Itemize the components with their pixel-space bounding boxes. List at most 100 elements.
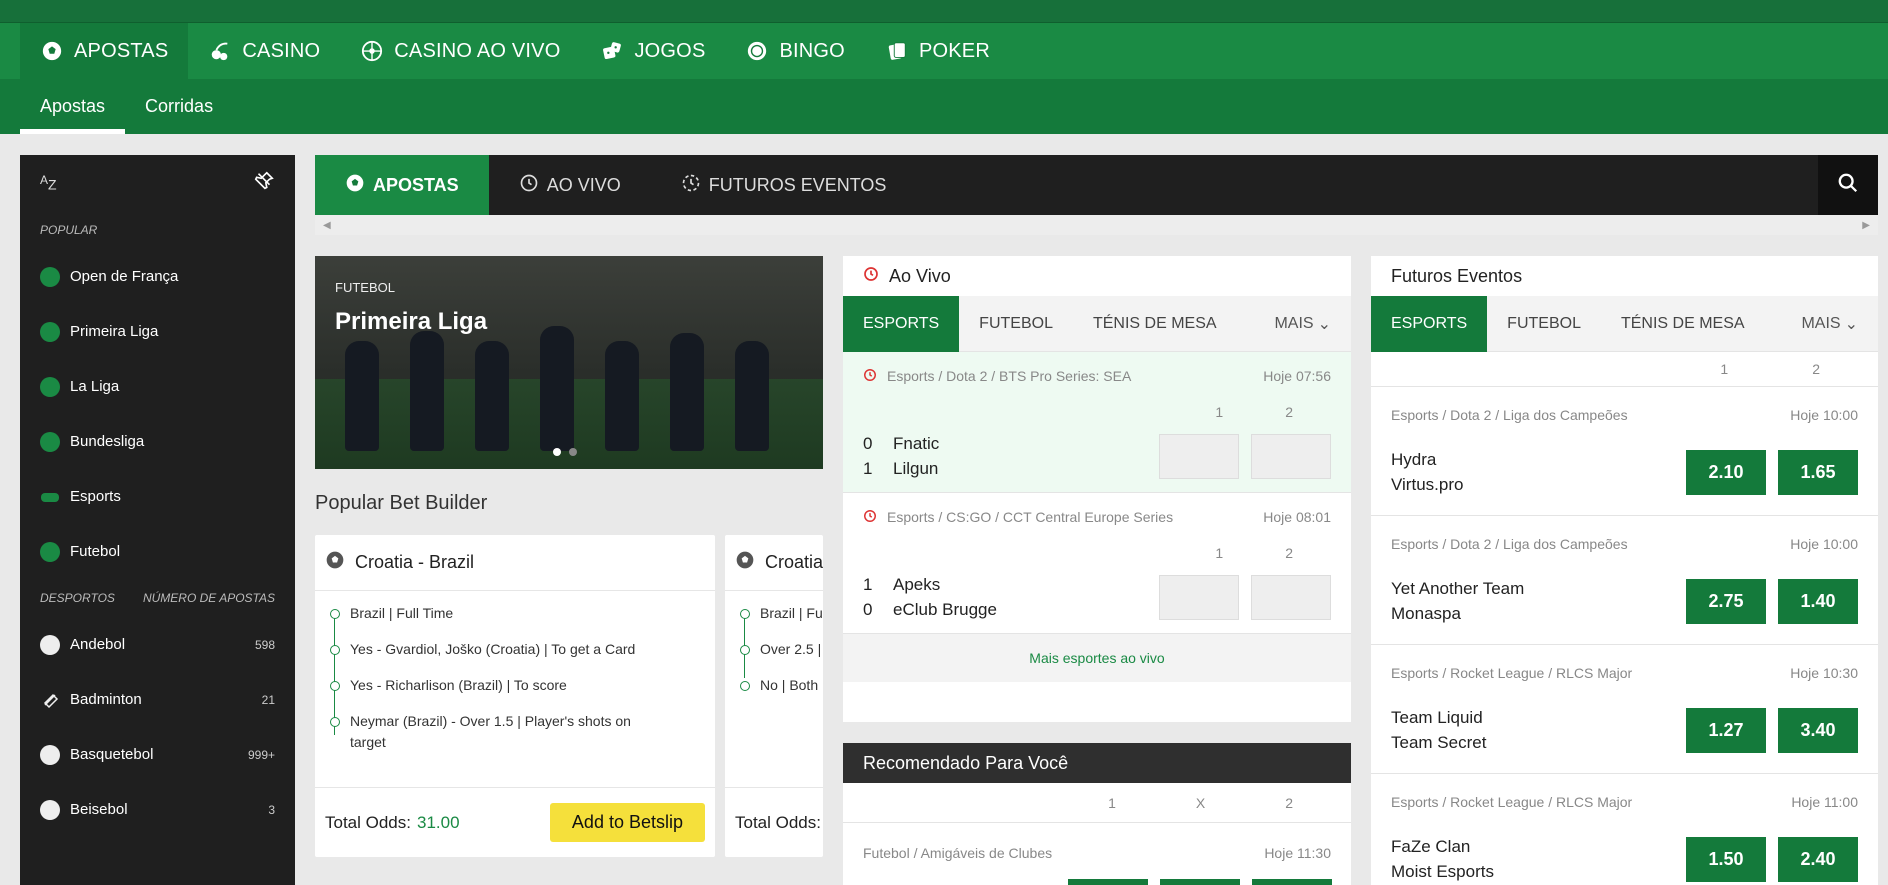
event-path: Futebol / Amigáveis de Clubes <box>863 845 1053 861</box>
odds-button-2[interactable]: 3.40 <box>1778 707 1858 753</box>
chevron-down-icon: ⌄ <box>1844 315 1858 333</box>
sidebar-item-futebol[interactable]: Futebol <box>20 524 295 579</box>
future-event[interactable]: Esports / Dota 2 / Liga dos Campeões Hoje… <box>1371 516 1878 645</box>
event-time: Hoje 08:01 <box>1263 509 1331 525</box>
sidebar-item-bundesliga[interactable]: Bundesliga <box>20 414 295 469</box>
cherries-icon <box>208 39 232 63</box>
top-strip <box>0 0 1888 23</box>
nav-poker[interactable]: POKER <box>865 23 1010 79</box>
soccer-ball-icon <box>40 431 60 452</box>
player-silhouette <box>410 331 444 451</box>
sidebar-item-basquetebol[interactable]: Basquetebol 999+ <box>20 727 295 782</box>
future-event[interactable]: Esports / Dota 2 / Liga dos Campeões Hoje… <box>1371 387 1878 516</box>
filter-tenis-de-mesa[interactable]: TÉNIS DE MESA <box>1073 296 1237 352</box>
scroll-left-icon[interactable]: ◀ <box>323 220 331 231</box>
tennis-ball-icon <box>40 266 60 287</box>
team-name: Moist Esports <box>1391 862 1494 881</box>
team-name: eClub Brugge <box>893 600 997 619</box>
search-button[interactable] <box>1818 155 1878 215</box>
future-event[interactable]: Esports / Rocket League / RLCS Major Hoje… <box>1371 774 1878 885</box>
main-nav: APOSTAS CASINO CASINO AO VIVO JOGOS BING… <box>0 23 1888 79</box>
recommended-event[interactable]: Futebol / Amigáveis de Clubes Hoje 11:30 <box>843 823 1351 883</box>
odds-button-1[interactable] <box>1068 879 1148 885</box>
sidebar-item-badminton[interactable]: Badminton 21 <box>20 672 295 727</box>
odds-button-2[interactable] <box>1251 433 1331 479</box>
live-event[interactable]: Esports / CS:GO / CCT Central Europe Ser… <box>843 493 1351 634</box>
filter-futebol[interactable]: FUTEBOL <box>1487 296 1601 352</box>
odds-button-2[interactable] <box>1252 879 1332 885</box>
odds-button-2[interactable]: 2.40 <box>1778 836 1858 882</box>
event-path: Esports / Rocket League / RLCS Major <box>1391 794 1633 810</box>
odds-button-1[interactable]: 1.50 <box>1686 836 1766 882</box>
shuttlecock-icon <box>40 690 60 710</box>
tab-ao-vivo[interactable]: AO VIVO <box>489 155 651 215</box>
live-event[interactable]: Esports / Dota 2 / BTS Pro Series: SEA H… <box>843 352 1351 493</box>
live-filters: ESPORTS FUTEBOL TÉNIS DE MESA MAIS ⌄ <box>843 295 1351 352</box>
sidebar-item-andebol[interactable]: Andebol 598 <box>20 617 295 672</box>
add-to-betslip-button[interactable]: Add to Betslip <box>549 803 705 842</box>
odds-button-2[interactable]: 1.40 <box>1778 578 1858 624</box>
handball-icon <box>40 634 60 655</box>
match-title: Croatia - Brazil <box>355 552 475 572</box>
sidebar-item-beisebol[interactable]: Beisebol 3 <box>20 782 295 837</box>
futures-panel: Futuros Eventos ESPORTS FUTEBOL TÉNIS DE… <box>1371 256 1878 885</box>
odds-button-2[interactable] <box>1251 574 1331 620</box>
team-name: Monaspa <box>1391 604 1461 623</box>
banner-title: Primeira Liga <box>335 308 488 335</box>
tab-apostas[interactable]: APOSTAS <box>315 155 489 215</box>
team-score: 1 <box>863 459 873 478</box>
bet-builder-card[interactable]: Croatia - Brazil Brazil | Full Time Yes … <box>315 535 715 857</box>
event-path: Esports / Dota 2 / Liga dos Campeões <box>1391 536 1628 552</box>
subnav-corridas[interactable]: Corridas <box>125 79 233 134</box>
live-title: Ao Vivo <box>889 265 951 286</box>
sidebar-item-esports[interactable]: Esports <box>20 469 295 524</box>
team-score: 1 <box>863 575 873 594</box>
odds-button-1[interactable] <box>1159 574 1239 620</box>
odds-button-1[interactable]: 1.27 <box>1686 707 1766 753</box>
total-odds-label: Total Odds: <box>325 812 411 832</box>
filter-tenis-de-mesa[interactable]: TÉNIS DE MESA <box>1601 296 1765 352</box>
sidebar-item-la-liga[interactable]: La Liga <box>20 359 295 414</box>
future-event[interactable]: Esports / Rocket League / RLCS Major Hoje… <box>1371 645 1878 774</box>
tab-futuros-eventos[interactable]: FUTUROS EVENTOS <box>651 155 917 215</box>
banner-category: FUTEBOL <box>335 280 395 295</box>
soccer-ball-icon <box>40 541 60 562</box>
filter-esports[interactable]: ESPORTS <box>1371 295 1488 352</box>
nav-casino[interactable]: CASINO <box>188 23 340 79</box>
more-live-link[interactable]: Mais esportes ao vivo <box>843 634 1351 682</box>
filter-more[interactable]: MAIS ⌄ <box>1274 314 1351 334</box>
odds-button-1[interactable]: 2.75 <box>1686 578 1766 624</box>
clock-icon <box>519 173 539 198</box>
tabs-scrollbar[interactable]: ◀ ▶ <box>315 215 1878 235</box>
nav-bingo[interactable]: BINGO <box>725 23 864 79</box>
player-silhouette <box>540 326 574 451</box>
filter-more[interactable]: MAIS ⌄ <box>1801 314 1878 334</box>
sidebar: AZ POPULAR Open de França Primeira Liga … <box>20 155 295 885</box>
subnav-apostas[interactable]: Apostas <box>20 79 126 134</box>
soccer-ball-icon <box>40 321 60 342</box>
nav-apostas[interactable]: APOSTAS <box>20 23 189 79</box>
sidebar-item-open-de-franca[interactable]: Open de França <box>20 249 295 304</box>
filter-esports[interactable]: ESPORTS <box>843 295 960 352</box>
promo-banner[interactable]: FUTEBOL Primeira Liga <box>315 256 823 469</box>
total-odds-value: 31.00 <box>417 812 460 832</box>
nav-casino-ao-vivo[interactable]: CASINO AO VIVO <box>340 23 580 79</box>
sidebar-sports-heading: DESPORTOS NÚMERO DE APOSTAS <box>40 591 275 605</box>
sidebar-header: AZ <box>20 155 295 211</box>
bet-leg: Brazil | Full Time <box>330 603 695 624</box>
unpin-icon[interactable] <box>253 170 275 197</box>
team-name: Team Secret <box>1391 733 1487 752</box>
team-name: Yet Another Team <box>1391 579 1525 598</box>
bet-builder-card[interactable]: Croatia Brazil | Fu Over 2.5 | No | Both… <box>725 535 823 857</box>
sidebar-item-primeira-liga[interactable]: Primeira Liga <box>20 304 295 359</box>
odds-button-1[interactable] <box>1159 433 1239 479</box>
odds-button-1[interactable]: 2.10 <box>1686 449 1766 495</box>
filter-futebol[interactable]: FUTEBOL <box>959 296 1073 352</box>
scroll-right-icon[interactable]: ▶ <box>1862 220 1870 231</box>
az-sort-icon[interactable]: AZ <box>40 174 57 192</box>
nav-jogos[interactable]: JOGOS <box>580 23 725 79</box>
odds-button-2[interactable]: 1.65 <box>1778 449 1858 495</box>
odds-button-x[interactable] <box>1160 879 1240 885</box>
bet-leg: Yes - Richarlison (Brazil) | To score <box>330 675 695 696</box>
carousel-dots[interactable] <box>553 448 577 456</box>
